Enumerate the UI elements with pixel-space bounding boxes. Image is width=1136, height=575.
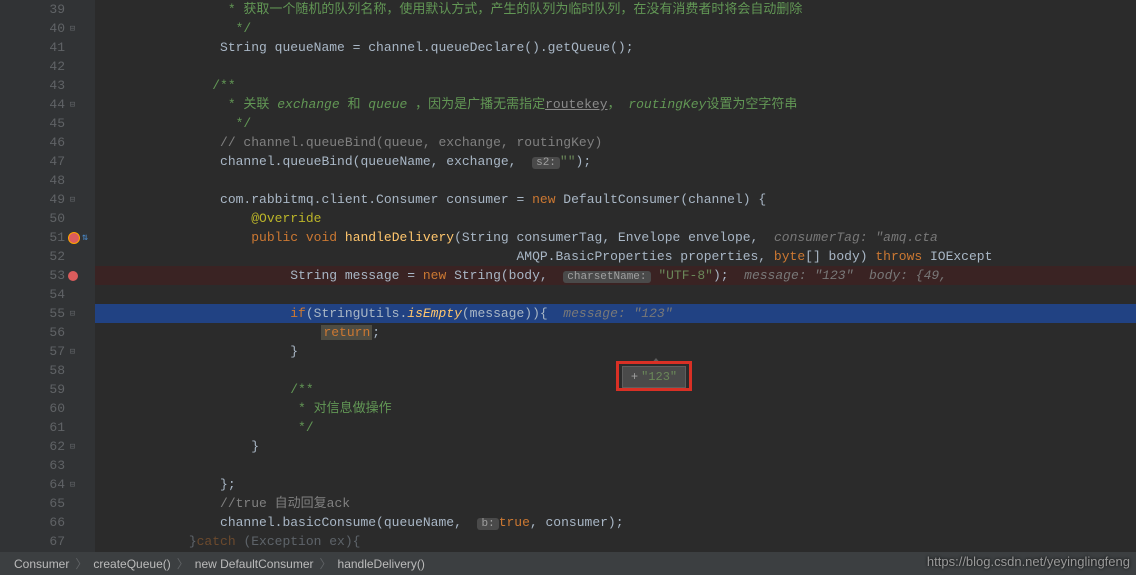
line-number: 53: [35, 266, 65, 285]
code-line[interactable]: */: [95, 114, 1136, 133]
line-number: 58: [35, 361, 65, 380]
line-number: 61: [35, 418, 65, 437]
code-line[interactable]: * 对信息做操作: [95, 399, 1136, 418]
code-line[interactable]: };: [95, 475, 1136, 494]
code-line[interactable]: * 获取一个随机的队列名称，使用默认方式，产生的队列为临时队列，在没有消费者时将…: [95, 0, 1136, 19]
line-number: 63: [35, 456, 65, 475]
line-number: 60: [35, 399, 65, 418]
code-line[interactable]: [95, 171, 1136, 190]
line-number: 47: [35, 152, 65, 171]
breakpoint-icon[interactable]: [68, 271, 78, 281]
line-number: 67: [35, 532, 65, 551]
line-number: 52: [35, 247, 65, 266]
code-line[interactable]: channel.queueBind(queueName, exchange, s…: [95, 152, 1136, 171]
line-number: 39: [35, 0, 65, 19]
watermark: https://blog.csdn.net/yeyinglingfeng: [927, 554, 1130, 569]
line-number: 56: [35, 323, 65, 342]
chevron-right-icon: 〉: [75, 555, 87, 572]
code-line[interactable]: /**: [95, 76, 1136, 95]
line-number: 41: [35, 38, 65, 57]
line-number: 66: [35, 513, 65, 532]
code-line[interactable]: String queueName = channel.queueDeclare(…: [95, 38, 1136, 57]
breadcrumb-item[interactable]: handleDelivery(): [334, 557, 429, 571]
gutter-markers: ⊟ ⊟ ⊟ ⇅ ⊟ ⊟ ⊟ ⊟: [65, 0, 95, 551]
code-line[interactable]: channel.basicConsume(queueName, b:true, …: [95, 513, 1136, 532]
code-line[interactable]: * 关联 exchange 和 queue ，因为是广播无需指定routekey…: [95, 95, 1136, 114]
line-number: 62: [35, 437, 65, 456]
code-line[interactable]: */: [95, 418, 1136, 437]
fold-icon[interactable]: ⊟: [68, 100, 77, 109]
line-number: 42: [35, 57, 65, 76]
debug-value-tooltip[interactable]: + "123": [616, 361, 692, 391]
tooltip-content[interactable]: + "123": [622, 366, 686, 388]
code-line[interactable]: return;: [95, 323, 1136, 342]
tooltip-value: "123": [641, 370, 677, 384]
code-line[interactable]: public void handleDelivery(String consum…: [95, 228, 1136, 247]
line-number: 50: [35, 209, 65, 228]
line-number: 65: [35, 494, 65, 513]
code-line[interactable]: [95, 57, 1136, 76]
code-line[interactable]: //true 自动回复ack: [95, 494, 1136, 513]
breadcrumb-item[interactable]: createQueue(): [89, 557, 174, 571]
code-line[interactable]: [95, 285, 1136, 304]
code-line[interactable]: }: [95, 342, 1136, 361]
breadcrumb-item[interactable]: new DefaultConsumer: [191, 557, 318, 571]
line-number: 64: [35, 475, 65, 494]
code-line[interactable]: // channel.queueBind(queue, exchange, ro…: [95, 133, 1136, 152]
line-number: 40: [35, 19, 65, 38]
breadcrumb-item[interactable]: Consumer: [10, 557, 73, 571]
fold-icon[interactable]: ⊟: [68, 480, 77, 489]
code-area[interactable]: * 获取一个随机的队列名称，使用默认方式，产生的队列为临时队列，在没有消费者时将…: [95, 0, 1136, 552]
fold-icon[interactable]: ⊟: [68, 347, 77, 356]
code-line[interactable]: @Override: [95, 209, 1136, 228]
code-line[interactable]: com.rabbitmq.client.Consumer consumer = …: [95, 190, 1136, 209]
code-editor[interactable]: 39 40 41 42 43 44 45 46 47 48 49 50 51 5…: [0, 0, 1136, 552]
fold-icon[interactable]: ⊟: [68, 442, 77, 451]
fold-icon[interactable]: ⊟: [68, 309, 77, 318]
code-line[interactable]: }: [95, 437, 1136, 456]
line-number: 48: [35, 171, 65, 190]
line-number: 57: [35, 342, 65, 361]
line-number: 54: [35, 285, 65, 304]
line-number: 43: [35, 76, 65, 95]
chevron-right-icon: 〉: [320, 555, 332, 572]
code-line[interactable]: }catch (Exception ex){: [95, 532, 1136, 551]
code-line[interactable]: [95, 456, 1136, 475]
line-number: 46: [35, 133, 65, 152]
fold-icon[interactable]: ⊟: [68, 24, 77, 33]
gutter: 39 40 41 42 43 44 45 46 47 48 49 50 51 5…: [0, 0, 95, 552]
line-number: 49: [35, 190, 65, 209]
line-numbers: 39 40 41 42 43 44 45 46 47 48 49 50 51 5…: [35, 0, 65, 551]
breakpoint-suspend-icon[interactable]: [68, 232, 80, 244]
line-number: 45: [35, 114, 65, 133]
override-icon: ⇅: [82, 232, 88, 244]
code-line[interactable]: if(StringUtils.isEmpty(message)){ messag…: [95, 304, 1136, 323]
code-line[interactable]: AMQP.BasicProperties properties, byte[] …: [95, 247, 1136, 266]
code-line[interactable]: String message = new String(body, charse…: [95, 266, 1136, 285]
line-number: 51: [35, 228, 65, 247]
line-number: 59: [35, 380, 65, 399]
chevron-right-icon: 〉: [177, 555, 189, 572]
plus-icon: +: [631, 370, 638, 384]
fold-icon[interactable]: ⊟: [68, 195, 77, 204]
code-line[interactable]: */: [95, 19, 1136, 38]
line-number: 55: [35, 304, 65, 323]
line-number: 44: [35, 95, 65, 114]
